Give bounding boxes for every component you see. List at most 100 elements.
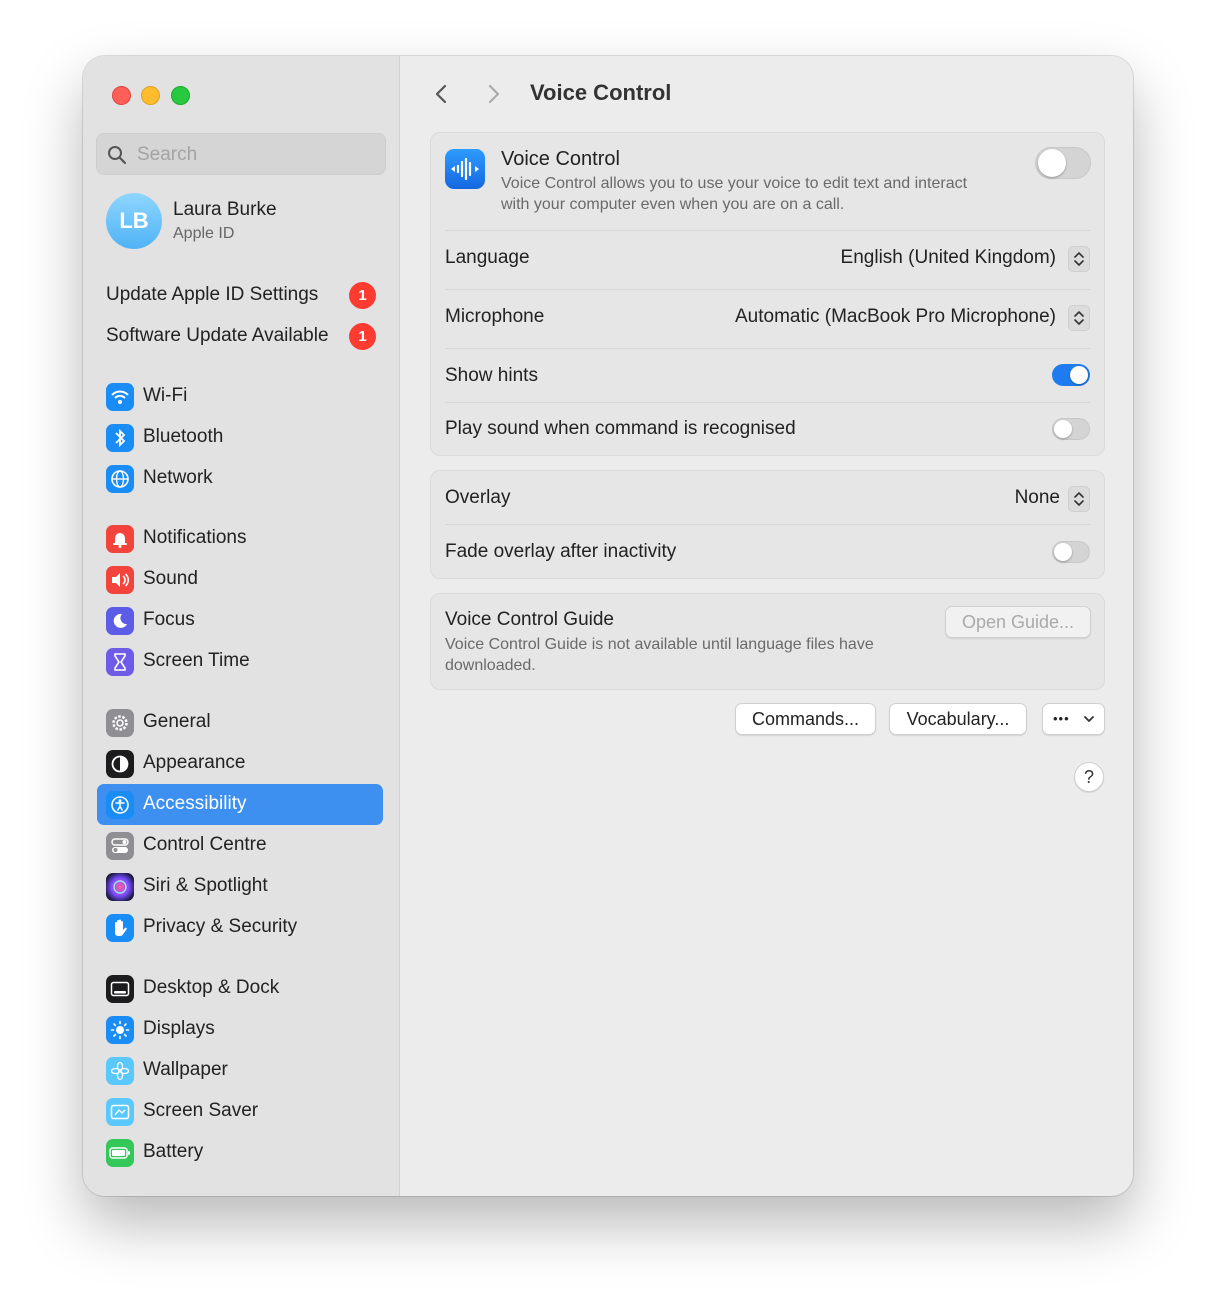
commands-button[interactable]: Commands...: [735, 703, 876, 735]
sun-icon: [106, 1016, 134, 1044]
sidebar-item-focus[interactable]: Focus: [97, 600, 383, 641]
bell-icon: [106, 525, 134, 553]
voice-control-description-line2: with your computer even when you are on …: [501, 196, 845, 213]
sidebar-item-label: Sound: [143, 568, 198, 589]
fade-overlay-label: Fade overlay after inactivity: [445, 541, 677, 562]
sidebar-item-sound[interactable]: Sound: [97, 559, 383, 600]
sidebar-item-wifi[interactable]: Wi-Fi: [97, 376, 383, 417]
toggle-knob: [1070, 366, 1088, 384]
sidebar-item-label: Screen Saver: [143, 1100, 259, 1121]
chevron-left-icon: [435, 84, 447, 104]
globe-icon: [106, 465, 134, 493]
back-button[interactable]: [430, 82, 454, 106]
dock-icon: [106, 975, 134, 1003]
overlay-label: Overlay: [445, 487, 511, 508]
toggle-knob: [1054, 543, 1072, 561]
sidebar-item-label: Focus: [143, 609, 195, 630]
toggle-knob: [1038, 149, 1066, 177]
hourglass-icon: [106, 648, 134, 676]
vocabulary-button[interactable]: Vocabulary...: [889, 703, 1027, 735]
software-update-item[interactable]: Software Update Available 1: [106, 322, 376, 352]
voice-control-toggle[interactable]: [1035, 147, 1091, 179]
overlay-row: Overlay None: [445, 471, 1090, 524]
main-pane: Voice Control Voice Control Voice Contro…: [400, 56, 1133, 1196]
sidebar-item-label: Wallpaper: [143, 1059, 228, 1080]
microphone-row: Microphone Automatic (MacBook Pro Microp…: [445, 289, 1090, 347]
alert-label: Update Apple ID Settings: [106, 284, 319, 305]
alert-label: Software Update Available: [106, 325, 329, 346]
hand-icon: [106, 914, 134, 942]
sidebar-item-screen-saver[interactable]: Screen Saver: [97, 1091, 383, 1132]
search-input[interactable]: Search: [96, 133, 386, 175]
language-select[interactable]: English (United Kingdom): [841, 247, 1056, 269]
minimize-window-button[interactable]: [141, 86, 160, 105]
settings-window: Search LB Laura Burke Apple ID Update Ap…: [83, 56, 1133, 1196]
sidebar-item-label: Screen Time: [143, 650, 250, 671]
sidebar-item-control-centre[interactable]: Control Centre: [97, 825, 383, 866]
chevron-down-icon: [1084, 716, 1094, 722]
updown-chevron-icon: [1074, 492, 1084, 506]
fade-overlay-toggle[interactable]: [1052, 541, 1090, 563]
notification-badge: 1: [349, 282, 376, 309]
more-actions-button[interactable]: •••: [1042, 703, 1105, 735]
voice-control-icon: [445, 149, 485, 189]
sidebar-item-accessibility[interactable]: Accessibility: [97, 784, 383, 825]
sidebar-item-privacy-security[interactable]: Privacy & Security: [97, 907, 383, 948]
page-title: Voice Control: [530, 80, 672, 105]
sidebar-item-label: General: [143, 711, 211, 732]
sidebar-item-network[interactable]: Network: [97, 458, 383, 499]
language-stepper[interactable]: [1068, 246, 1090, 272]
chevron-right-icon: [488, 84, 500, 104]
sidebar-item-displays[interactable]: Displays: [97, 1009, 383, 1050]
open-guide-button[interactable]: Open Guide...: [945, 606, 1091, 638]
bluetooth-icon: [106, 424, 134, 452]
battery-icon: [106, 1139, 134, 1167]
sidebar-item-general[interactable]: General: [97, 702, 383, 743]
sidebar-item-wallpaper[interactable]: Wallpaper: [97, 1050, 383, 1091]
sidebar: Search LB Laura Burke Apple ID Update Ap…: [83, 56, 400, 1196]
show-hints-label: Show hints: [445, 365, 538, 386]
zoom-window-button[interactable]: [171, 86, 190, 105]
screensaver-icon: [106, 1098, 134, 1126]
overlay-select[interactable]: None: [1015, 487, 1060, 509]
sidebar-item-siri-spotlight[interactable]: Siri & Spotlight: [97, 866, 383, 907]
guide-description-line1: Voice Control Guide is not available unt…: [445, 636, 874, 653]
voice-control-guide-group: Voice Control Guide Voice Control Guide …: [430, 593, 1105, 690]
sidebar-item-notifications[interactable]: Notifications: [97, 518, 383, 559]
sidebar-item-label: Control Centre: [143, 834, 267, 855]
language-label: Language: [445, 247, 530, 268]
microphone-select[interactable]: Automatic (MacBook Pro Microphone): [735, 306, 1056, 328]
language-row: Language English (United Kingdom): [445, 230, 1090, 288]
sidebar-item-label: Appearance: [143, 752, 246, 773]
sidebar-item-label: Network: [143, 467, 213, 488]
forward-button[interactable]: [481, 82, 505, 106]
search-icon: [108, 146, 127, 165]
close-window-button[interactable]: [112, 86, 131, 105]
sidebar-item-bluetooth[interactable]: Bluetooth: [97, 417, 383, 458]
apple-id-profile[interactable]: LB Laura Burke Apple ID: [106, 193, 386, 251]
gear-icon: [106, 709, 134, 737]
updown-chevron-icon: [1074, 252, 1084, 266]
updown-chevron-icon: [1074, 311, 1084, 325]
sidebar-item-label: Wi-Fi: [143, 385, 188, 406]
microphone-label: Microphone: [445, 306, 545, 327]
show-hints-row: Show hints: [445, 348, 1090, 402]
play-sound-toggle[interactable]: [1052, 418, 1090, 440]
sidebar-item-appearance[interactable]: Appearance: [97, 743, 383, 784]
sidebar-item-desktop-dock[interactable]: Desktop & Dock: [97, 968, 383, 1009]
microphone-stepper[interactable]: [1068, 305, 1090, 331]
fade-overlay-row: Fade overlay after inactivity: [445, 524, 1090, 578]
voice-control-description-line1: Voice Control allows you to use your voi…: [501, 175, 968, 192]
siri-icon: [106, 873, 134, 901]
sidebar-item-label: Notifications: [143, 527, 247, 548]
show-hints-toggle[interactable]: [1052, 364, 1090, 386]
overlay-stepper[interactable]: [1068, 486, 1090, 512]
sidebar-item-battery[interactable]: Battery: [97, 1132, 383, 1173]
sidebar-item-screen-time[interactable]: Screen Time: [97, 641, 383, 682]
update-apple-id-settings-item[interactable]: Update Apple ID Settings 1: [106, 281, 376, 311]
play-sound-row: Play sound when command is recognised: [445, 402, 1090, 454]
help-button[interactable]: ?: [1074, 762, 1104, 792]
sidebar-item-label: Battery: [143, 1141, 204, 1162]
speaker-icon: [106, 566, 134, 594]
ellipsis-icon: •••: [1053, 711, 1070, 726]
